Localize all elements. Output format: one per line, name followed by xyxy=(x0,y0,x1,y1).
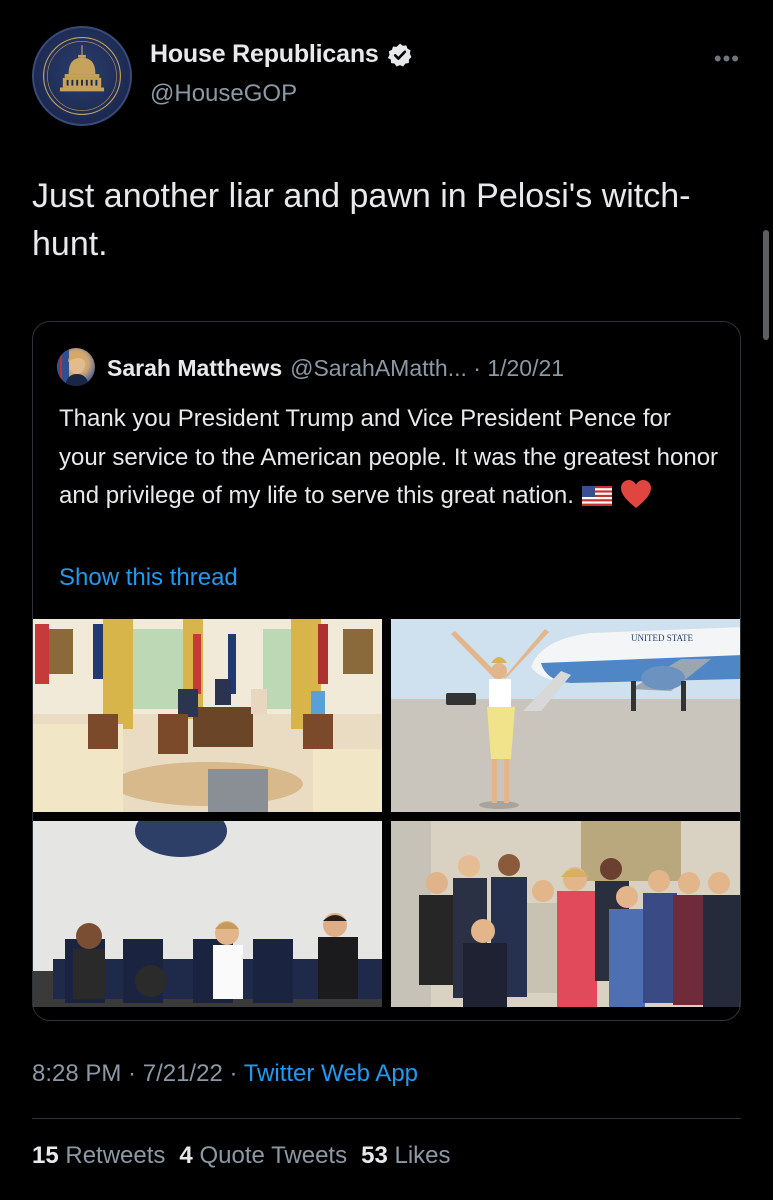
photo-waiting-room[interactable] xyxy=(33,821,382,1007)
retweets-label: Retweets xyxy=(58,1142,166,1169)
tweet-detail: House Republicans @HouseGOP ••• Just ano… xyxy=(0,0,773,1200)
meta-separator: · xyxy=(121,1060,143,1087)
show-thread-link[interactable]: Show this thread xyxy=(59,564,238,592)
us-flag-icon xyxy=(581,486,612,506)
red-heart-icon xyxy=(620,480,651,508)
group-photo-image xyxy=(391,821,740,1007)
air-force-one-image: UNITED STATE xyxy=(391,619,740,812)
divider xyxy=(32,1118,741,1119)
photo-oval-office[interactable] xyxy=(33,619,382,812)
engagement-stats: 15 Retweets 4 Quote Tweets 53 Likes xyxy=(32,1142,465,1170)
ellipsis-icon[interactable]: ••• xyxy=(714,48,740,70)
retweets-count: 15 xyxy=(32,1142,59,1169)
likes-count: 53 xyxy=(361,1142,388,1169)
retweets-stat[interactable]: 15 Retweets xyxy=(32,1142,165,1169)
likes-label: Likes xyxy=(387,1142,451,1169)
likes-stat[interactable]: 53 Likes xyxy=(361,1142,450,1169)
author-display-name[interactable]: House Republicans xyxy=(150,40,379,69)
quoted-separator: · xyxy=(466,355,488,381)
quoted-author-avatar[interactable] xyxy=(57,348,95,386)
quoted-header: Sarah Matthews @SarahAMatth... · 1/20/21 xyxy=(107,355,564,382)
scrollbar[interactable] xyxy=(763,230,769,340)
verified-badge-icon xyxy=(387,43,412,66)
waiting-room-image xyxy=(33,821,382,1007)
quote-tweets-count: 4 xyxy=(179,1142,193,1169)
tweet-time[interactable]: 8:28 PM xyxy=(32,1060,121,1087)
author-handle[interactable]: @HouseGOP xyxy=(150,80,297,108)
plane-lettering: UNITED STATE xyxy=(631,633,694,643)
tweet-timestamp: 8:28 PM · 7/21/22 · Twitter Web App xyxy=(32,1060,418,1088)
photo-air-force-one[interactable]: UNITED STATE xyxy=(391,619,740,812)
tweet-text: Just another liar and pawn in Pelosi's w… xyxy=(32,177,691,263)
quoted-text-block: Thank you President Trump and Vice Presi… xyxy=(59,400,719,516)
photo-group[interactable] xyxy=(391,821,740,1007)
avatar-portrait-icon xyxy=(57,348,89,386)
quoted-tweet[interactable]: Sarah Matthews @SarahAMatth... · 1/20/21… xyxy=(32,321,741,1021)
author-name-row[interactable]: House Republicans xyxy=(150,40,413,69)
quoted-author-name[interactable]: Sarah Matthews xyxy=(107,355,282,382)
capitol-dome-seal-icon xyxy=(43,37,121,115)
author-avatar[interactable] xyxy=(32,26,132,126)
quoted-date[interactable]: 1/20/21 xyxy=(487,355,564,381)
meta-separator: · xyxy=(222,1060,244,1087)
quoted-author-handle[interactable]: @SarahAMatth... xyxy=(290,355,467,381)
tweet-date[interactable]: 7/21/22 xyxy=(143,1060,223,1087)
tweet-source-link[interactable]: Twitter Web App xyxy=(244,1060,418,1087)
quote-tweets-label: Quote Tweets xyxy=(192,1142,348,1169)
quote-tweets-stat[interactable]: 4 Quote Tweets xyxy=(179,1142,347,1169)
oval-office-image xyxy=(33,619,382,812)
quoted-meta: @SarahAMatth... · 1/20/21 xyxy=(290,355,564,382)
